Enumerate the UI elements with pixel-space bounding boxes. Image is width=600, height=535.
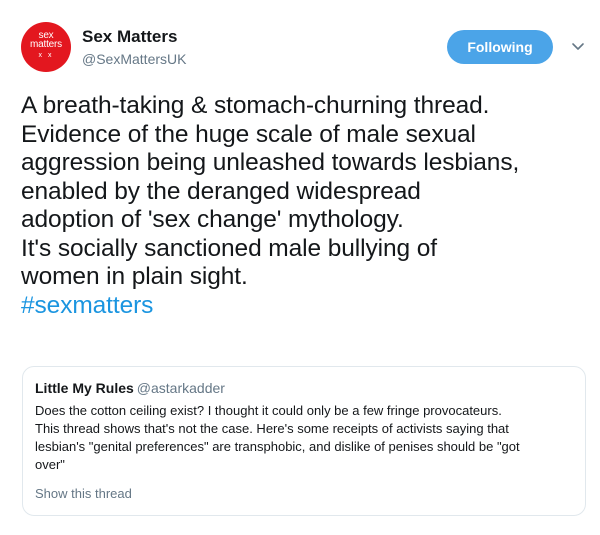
tweet-text-line: It's socially sanctioned male bullying o… xyxy=(21,234,437,262)
tweet-text-line: women in plain sight. xyxy=(21,263,248,290)
tweet-text-line: A breath-taking & stomach-churning threa… xyxy=(21,92,490,119)
quoted-text-line: This thread shows that's not the case. H… xyxy=(35,421,509,436)
quoted-tweet[interactable]: Little My Rules @astarkadder Does the cot… xyxy=(22,366,586,516)
tweet-text-line: Evidence of the huge scale of male sexua… xyxy=(21,120,476,148)
chevron-down-icon[interactable] xyxy=(571,42,585,52)
tweet-text-line: adoption of 'sex change' mythology. xyxy=(21,206,404,233)
avatar[interactable]: sex matters x x xyxy=(21,22,71,72)
show-this-thread-link[interactable]: Show this thread xyxy=(35,485,132,503)
account-name[interactable]: Sex Matters xyxy=(82,27,177,47)
tweet-text-line: enabled by the deranged widespread xyxy=(21,177,421,205)
tweet-text-line: aggression being unleashed towards lesbi… xyxy=(21,149,520,176)
quoted-text-line: lesbian's "genital preferences" are tran… xyxy=(35,439,520,454)
tweet-text: A breath-taking & stomach-churning threa… xyxy=(21,92,593,320)
account-handle[interactable]: @SexMattersUK xyxy=(82,50,186,68)
quoted-text-line: over" xyxy=(35,457,65,472)
quoted-account-name: Little My Rules xyxy=(35,380,134,396)
quoted-text-line: Does the cotton ceiling exist? I thought… xyxy=(35,403,502,418)
following-button[interactable]: Following xyxy=(447,30,553,64)
quoted-tweet-header: Little My Rules @astarkadder xyxy=(35,379,225,397)
hashtag-link[interactable]: #sexmatters xyxy=(21,292,593,321)
quoted-account-handle: @astarkadder xyxy=(136,380,225,396)
avatar-logo-text: matters xyxy=(30,39,62,50)
tweet-header: sex matters x x Sex Matters @SexMattersU… xyxy=(0,0,600,80)
avatar-logo-text: x x xyxy=(38,52,54,59)
quoted-tweet-text: Does the cotton ceiling exist? I thought… xyxy=(35,402,575,474)
